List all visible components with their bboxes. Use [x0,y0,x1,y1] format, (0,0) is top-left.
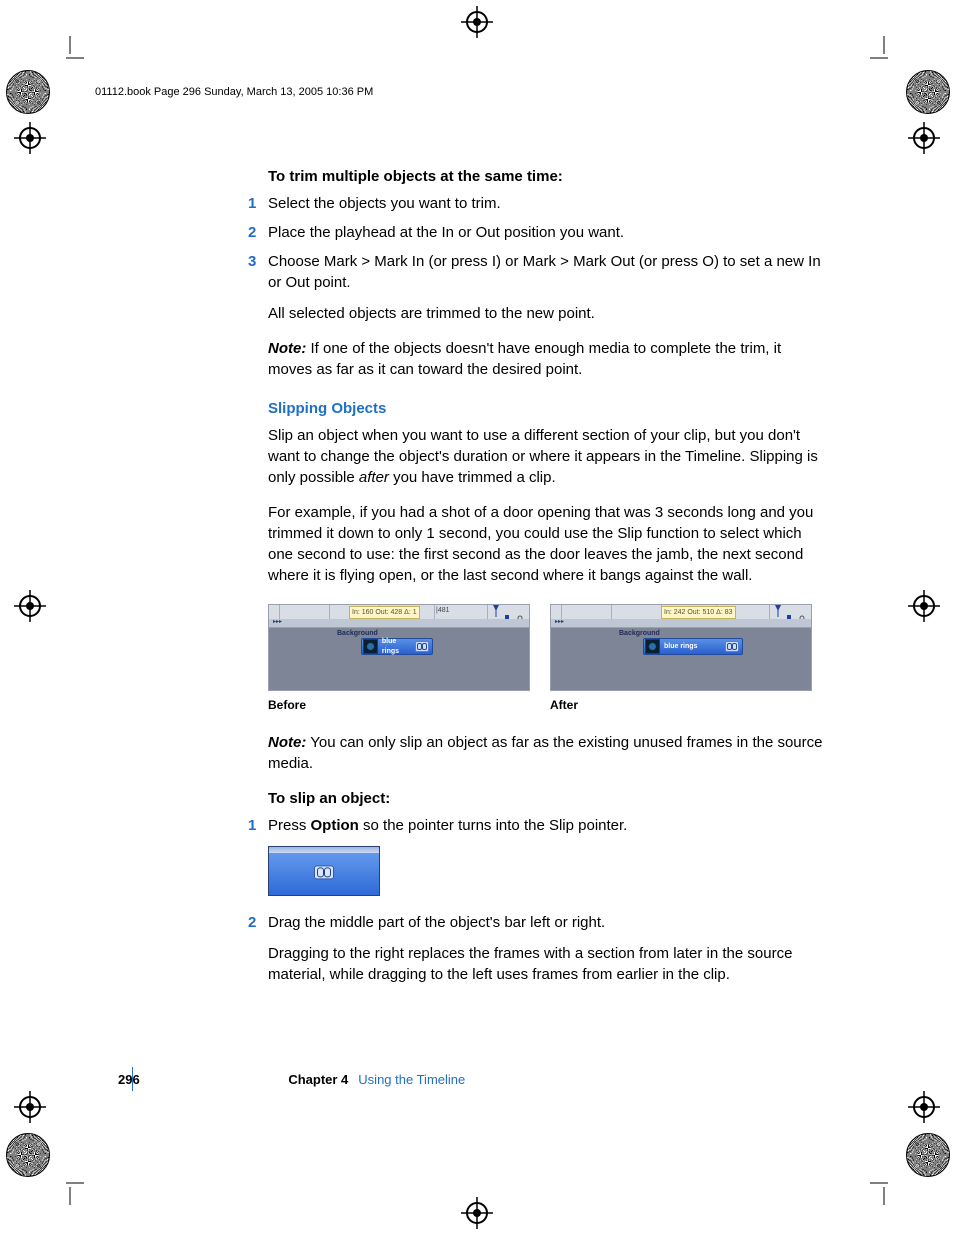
ornament-top-left [6,70,48,112]
step-text: Select the objects you want to trim. [268,195,501,212]
slip-tooltip-after: In: 242 Out: 510 Δ: 83 [661,606,736,619]
trim-step-2: 2Place the playhead at the In or Out pos… [268,222,828,243]
slip-tooltip-before: In: 160 Out: 428 Δ: 1 [349,606,420,619]
note-label: Note: [268,340,306,357]
clip-before: blue rings [361,638,433,655]
trim-heading: To trim multiple objects at the same tim… [268,166,828,187]
timeline-before: In: 160 Out: 428 Δ: 1 |481 ▸▸▸ Backgroun… [268,604,530,691]
note-label: Note: [268,734,306,751]
out-marker-icon [505,606,513,612]
out-marker-icon [787,606,795,612]
page-content: To trim multiple objects at the same tim… [268,166,828,999]
slip-icon [725,641,739,652]
crop-mark-br [870,1177,898,1205]
step-text: Place the playhead at the In or Out posi… [268,224,624,241]
clip-thumbnail [363,639,378,654]
page-footer: 296 Chapter 4 Using the Timeline [118,1072,465,1087]
ornament-bottom-right [906,1133,948,1175]
chapter-label: Chapter 4 [288,1072,348,1087]
ornament-top-right [906,70,948,112]
slip-icon [415,641,429,652]
page-header-line: 01112.book Page 296 Sunday, March 13, 20… [95,86,373,98]
trim-result: All selected objects are trimmed to the … [268,303,828,324]
chapter-title: Using the Timeline [358,1072,465,1087]
playhead-icon [493,605,499,617]
note-text: You can only slip an object as far as th… [268,734,822,772]
reg-mark-top [461,6,493,38]
crop-mark-tl [56,36,84,64]
reg-mark-tr [908,122,940,154]
clip-label: blue rings [664,642,697,652]
reg-mark-mr [908,590,940,622]
reg-mark-tl [14,122,46,154]
slip-pointer-figure [268,846,380,896]
reg-mark-ml [14,590,46,622]
toslip-heading: To slip an object: [268,788,828,809]
toslip-step-2: 2Drag the middle part of the object's ba… [268,912,828,933]
slipping-heading: Slipping Objects [268,398,828,419]
playhead-icon [775,605,781,617]
slipping-note: Note: You can only slip an object as far… [268,732,828,774]
ruler-label: |481 [436,606,450,616]
slipping-p2: For example, if you had a shot of a door… [268,502,828,586]
reg-mark-bottom [461,1197,493,1229]
figure-before: In: 160 Out: 428 Δ: 1 |481 ▸▸▸ Backgroun… [268,604,528,714]
trim-step-1: 1Select the objects you want to trim. [268,193,828,214]
zoom-in-icon [799,606,807,612]
note-text: If one of the objects doesn't have enoug… [268,340,781,378]
reg-mark-br [908,1091,940,1123]
toslip-step-2-detail: Dragging to the right replaces the frame… [268,943,828,985]
toslip-step-1: 1Press Option so the pointer turns into … [268,815,828,836]
zoom-in-icon [517,606,525,612]
figure-caption-before: Before [268,697,528,714]
trim-step-3: 3Choose Mark > Mark In (or press I) or M… [268,251,828,293]
step-text: Choose Mark > Mark In (or press I) or Ma… [268,253,821,291]
figure-row: In: 160 Out: 428 Δ: 1 |481 ▸▸▸ Backgroun… [268,604,828,714]
crop-mark-tr [870,36,898,64]
trim-note: Note: If one of the objects doesn't have… [268,338,828,380]
crop-mark-bl [56,1177,84,1205]
ornament-bottom-left [6,1133,48,1175]
slipping-p1: Slip an object when you want to use a di… [268,425,828,488]
clip-label: blue rings [382,637,415,657]
clip-after: blue rings [643,638,743,655]
reg-mark-bl [14,1091,46,1123]
slip-pointer-icon [314,865,334,879]
timeline-after: In: 242 Out: 510 Δ: 83 ▸▸▸ Background bl… [550,604,812,691]
figure-caption-after: After [550,697,810,714]
step-text: Drag the middle part of the object's bar… [268,914,605,931]
mini-track: ▸▸▸ [269,619,529,628]
figure-after: In: 242 Out: 510 Δ: 83 ▸▸▸ Background bl… [550,604,810,714]
page-number: 296 [118,1072,140,1087]
timeline-ruler: In: 160 Out: 428 Δ: 1 |481 [269,605,529,620]
mini-track: ▸▸▸ [551,619,811,628]
clip-thumbnail [645,639,660,654]
timeline-ruler: In: 242 Out: 510 Δ: 83 [551,605,811,620]
